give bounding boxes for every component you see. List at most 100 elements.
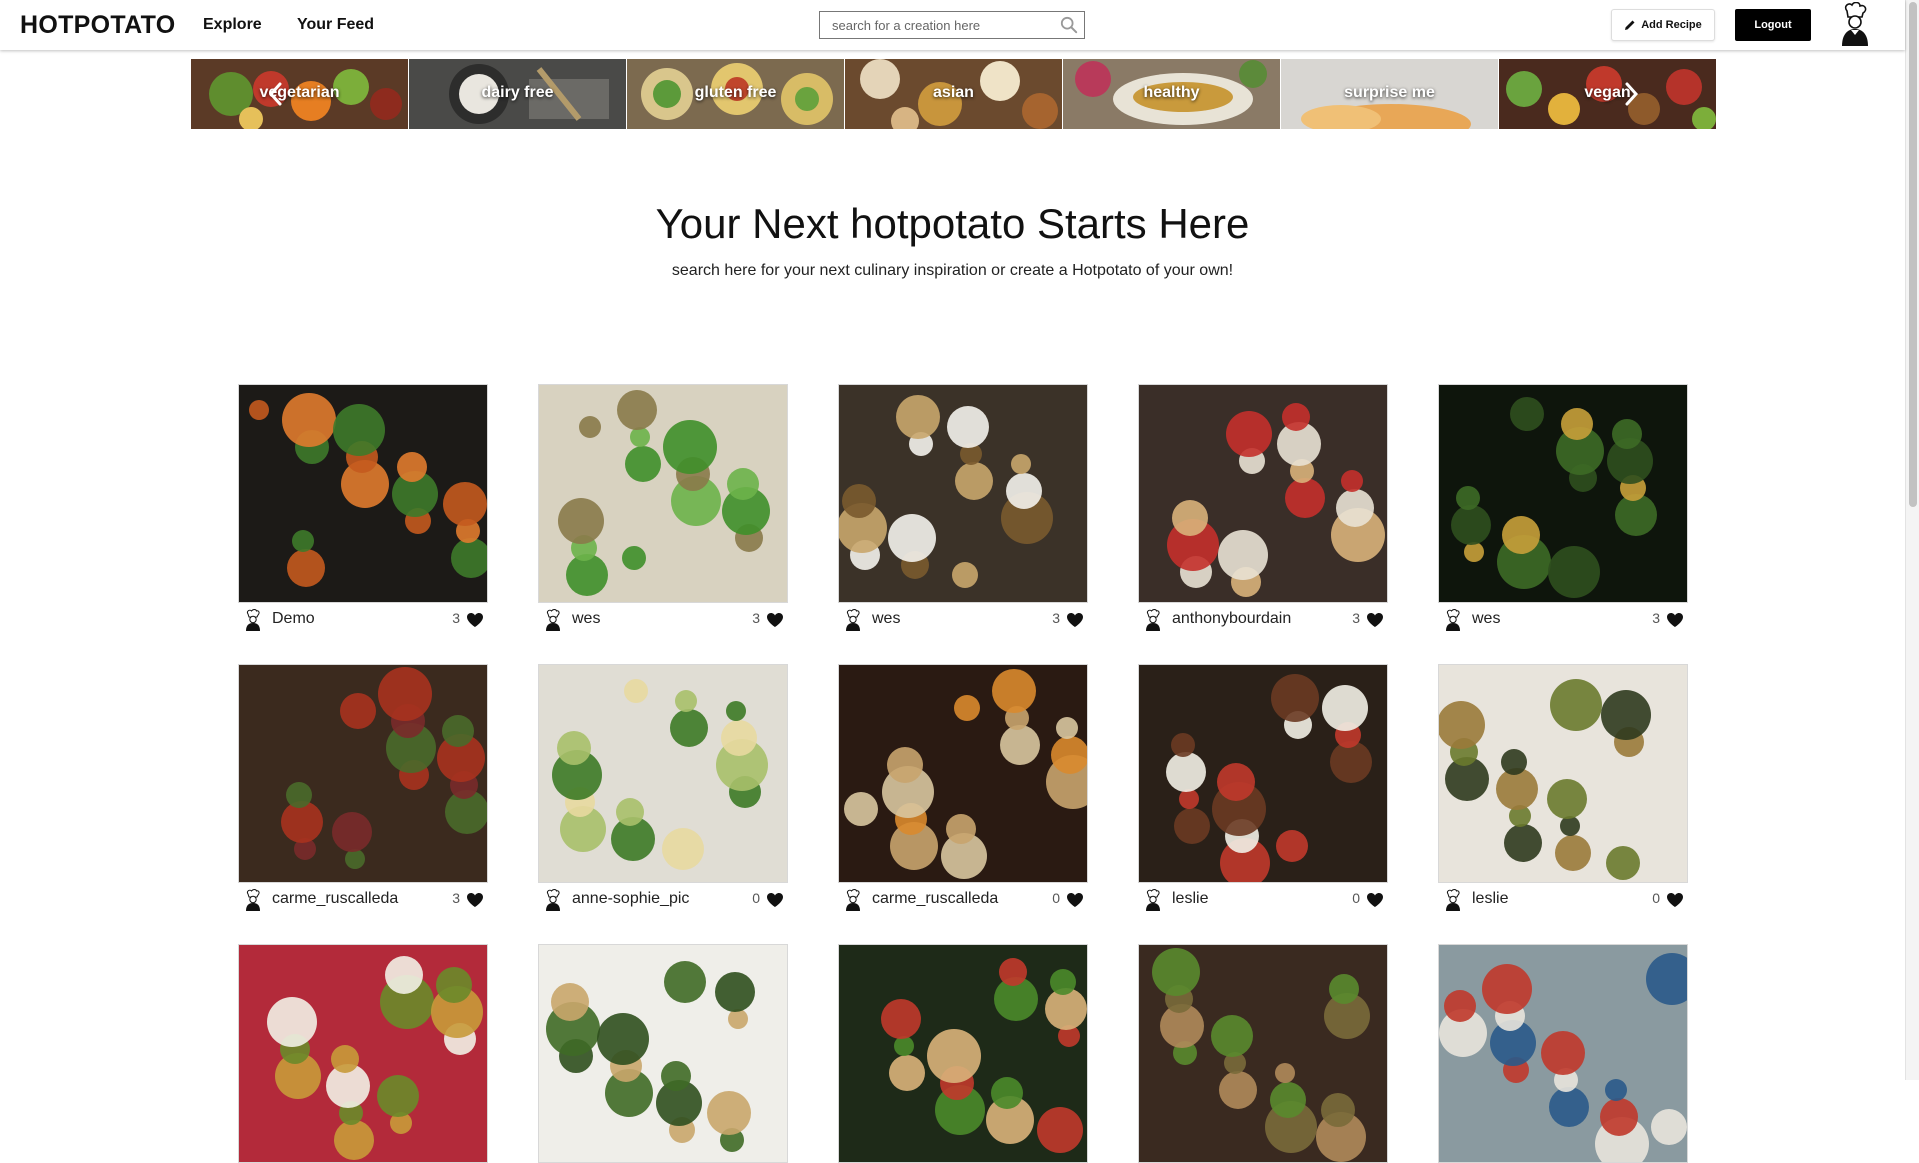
recipe-card[interactable]: carme_ruscalleda 0	[838, 664, 1088, 913]
recipe-username[interactable]: wes	[1472, 610, 1500, 628]
recipe-like-count: 3	[452, 890, 460, 906]
category-dairy-free[interactable]: dairy free	[409, 59, 627, 129]
recipe-photo[interactable]	[538, 664, 788, 883]
heart-icon[interactable]	[466, 892, 484, 908]
recipe-card[interactable]: wes 3	[838, 384, 1088, 633]
recipe-meta: wes 3	[1438, 603, 1688, 633]
recipe-photo[interactable]	[1138, 664, 1388, 883]
recipe-photo[interactable]	[1138, 944, 1388, 1163]
user-avatar-icon[interactable]	[1144, 609, 1162, 631]
recipe-meta: carme_ruscalleda 0	[838, 883, 1088, 913]
recipe-card[interactable]: carme_ruscalleda 3	[238, 664, 488, 913]
recipe-photo[interactable]	[1138, 384, 1388, 603]
user-avatar-icon[interactable]	[1144, 889, 1162, 911]
recipe-meta: carme_ruscalleda 3	[238, 883, 488, 913]
category-label: healthy	[1143, 84, 1200, 101]
recipe-like-count: 3	[1352, 610, 1360, 626]
search-box	[819, 11, 1085, 39]
pencil-icon	[1625, 20, 1635, 30]
recipe-card[interactable]	[538, 944, 788, 1163]
search-input[interactable]	[820, 12, 1050, 38]
recipe-username[interactable]: wes	[872, 610, 900, 628]
user-avatar-icon[interactable]	[544, 609, 562, 631]
recipe-photo[interactable]	[238, 944, 488, 1163]
recipe-photo[interactable]	[838, 384, 1088, 603]
nav-explore[interactable]: Explore	[203, 16, 262, 34]
user-avatar-icon[interactable]	[244, 889, 262, 911]
recipe-card[interactable]: anthonybourdain 3	[1138, 384, 1388, 633]
category-asian[interactable]: asian	[845, 59, 1063, 129]
recipe-photo[interactable]	[238, 384, 488, 603]
heart-icon[interactable]	[1066, 892, 1084, 908]
heart-icon[interactable]	[1666, 892, 1684, 908]
recipe-like-count: 3	[1052, 610, 1060, 626]
user-avatar-icon[interactable]	[844, 609, 862, 631]
recipe-card[interactable]: anne-sophie_pic 0	[538, 664, 788, 913]
carousel-next-arrow-icon[interactable]	[1620, 80, 1642, 108]
category-gluten-free[interactable]: gluten free	[627, 59, 845, 129]
category-vegan[interactable]: vegan	[1499, 59, 1716, 129]
category-healthy[interactable]: healthy	[1063, 59, 1281, 129]
user-avatar-icon[interactable]	[1444, 889, 1462, 911]
recipe-username[interactable]: carme_ruscalleda	[872, 890, 998, 908]
category-label: vegetarian	[259, 84, 340, 101]
recipe-meta: wes 3	[838, 603, 1088, 633]
recipe-photo[interactable]	[838, 664, 1088, 883]
recipe-photo[interactable]	[238, 664, 488, 883]
add-recipe-button[interactable]: Add Recipe	[1611, 9, 1715, 41]
recipe-username[interactable]: anthonybourdain	[1172, 610, 1291, 628]
recipe-card[interactable]: Demo 3	[238, 384, 488, 633]
recipe-username[interactable]: leslie	[1172, 890, 1208, 908]
nav-your-feed[interactable]: Your Feed	[297, 16, 374, 34]
category-carousel: vegetarian dairy free gluten free asian	[191, 59, 1716, 129]
user-avatar-icon[interactable]	[544, 889, 562, 911]
recipe-card[interactable]	[1438, 944, 1688, 1163]
category-surprise-me[interactable]: surprise me	[1281, 59, 1499, 129]
recipe-meta: wes 3	[538, 603, 788, 633]
logout-button[interactable]: Logout	[1735, 9, 1811, 41]
page-subtitle: search here for your next culinary inspi…	[671, 262, 1234, 279]
recipe-photo[interactable]	[838, 944, 1088, 1163]
recipe-photo[interactable]	[1438, 664, 1688, 883]
carousel-prev-arrow-icon[interactable]	[265, 80, 287, 108]
user-avatar-icon[interactable]	[1444, 609, 1462, 631]
recipe-card[interactable]: leslie 0	[1138, 664, 1388, 913]
recipe-like-count: 0	[1352, 890, 1360, 906]
heart-icon[interactable]	[766, 892, 784, 908]
recipe-like-count: 0	[1052, 890, 1060, 906]
recipe-card[interactable]	[238, 944, 488, 1163]
recipe-meta: leslie 0	[1138, 883, 1388, 913]
recipe-card[interactable]	[838, 944, 1088, 1163]
search-icon[interactable]	[1060, 16, 1078, 34]
page-scrollbar[interactable]	[1905, 0, 1919, 1080]
scrollbar-thumb[interactable]	[1909, 2, 1917, 507]
heart-icon[interactable]	[1366, 612, 1384, 628]
heart-icon[interactable]	[1666, 612, 1684, 628]
recipe-photo[interactable]	[1438, 944, 1688, 1163]
chef-avatar-icon[interactable]	[1838, 2, 1872, 46]
user-avatar-icon[interactable]	[844, 889, 862, 911]
heart-icon[interactable]	[466, 612, 484, 628]
heart-icon[interactable]	[1366, 892, 1384, 908]
recipe-photo[interactable]	[1438, 384, 1688, 603]
heart-icon[interactable]	[1066, 612, 1084, 628]
heart-icon[interactable]	[766, 612, 784, 628]
category-vegetarian[interactable]: vegetarian	[191, 59, 409, 129]
recipe-card[interactable]: wes 3	[538, 384, 788, 633]
recipe-username[interactable]: Demo	[272, 610, 315, 628]
recipe-photo[interactable]	[538, 384, 788, 603]
recipe-username[interactable]: anne-sophie_pic	[572, 890, 689, 908]
app-logo[interactable]: HOTPOTATO	[20, 11, 175, 40]
recipe-username[interactable]: wes	[572, 610, 600, 628]
category-label: vegan	[1584, 84, 1631, 101]
recipe-card[interactable]: leslie 0	[1438, 664, 1688, 913]
category-label: asian	[933, 84, 974, 101]
recipe-username[interactable]: leslie	[1472, 890, 1508, 908]
add-recipe-label: Add Recipe	[1641, 19, 1702, 31]
category-label: surprise me	[1344, 84, 1435, 101]
user-avatar-icon[interactable]	[244, 609, 262, 631]
recipe-card[interactable]	[1138, 944, 1388, 1163]
recipe-username[interactable]: carme_ruscalleda	[272, 890, 398, 908]
recipe-photo[interactable]	[538, 944, 788, 1163]
recipe-card[interactable]: wes 3	[1438, 384, 1688, 633]
